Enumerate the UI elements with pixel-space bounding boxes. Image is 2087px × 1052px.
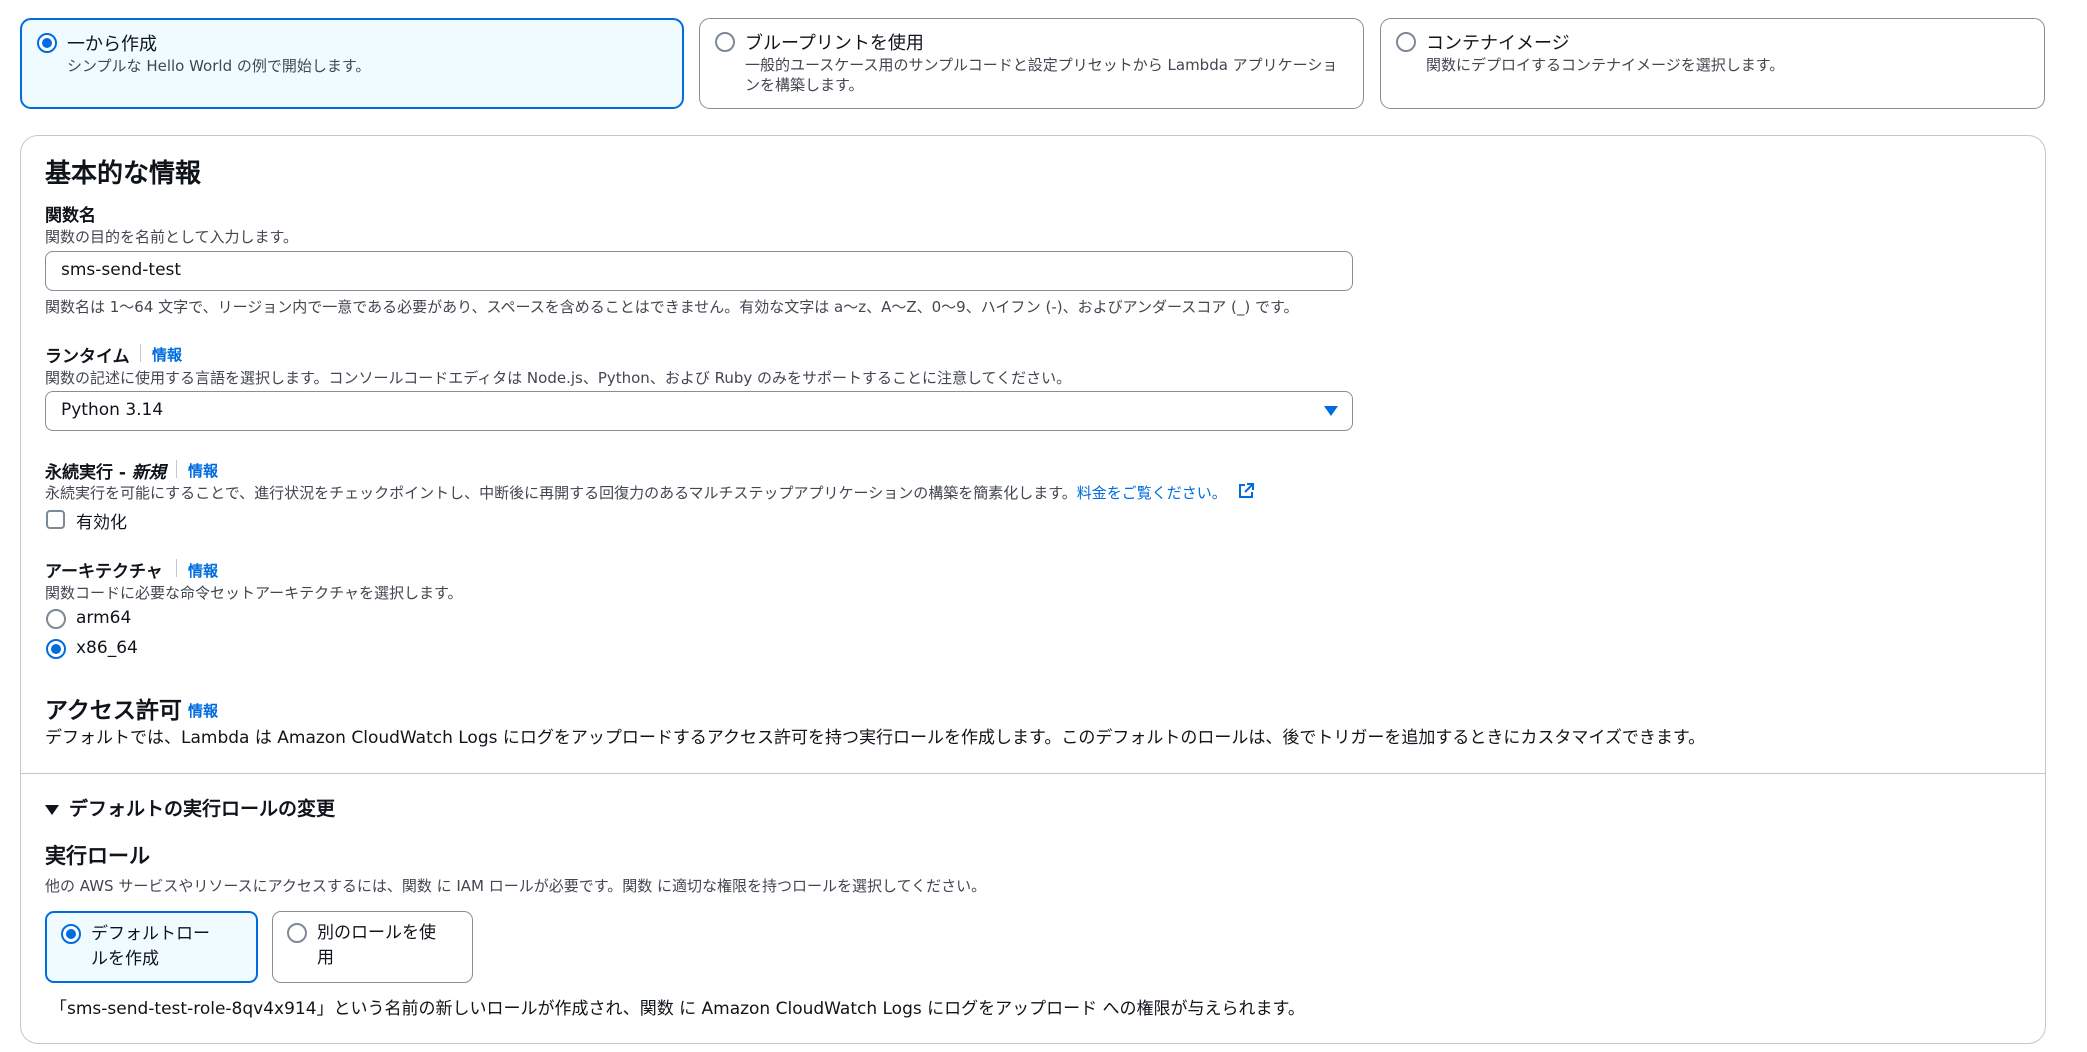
radio-use-blueprint[interactable] [715, 32, 735, 52]
section-divider [21, 773, 2045, 774]
option-card-use-blueprint[interactable]: ブループリントを使用 一般的ユースケース用のサンプルコードと設定プリセットから … [699, 18, 1364, 109]
section-heading-basic-info: 基本的な情報 [45, 159, 202, 189]
radio-container-image[interactable] [1396, 32, 1416, 52]
option-card-container-image[interactable]: コンテナイメージ 関数にデプロイするコンテナイメージを選択します。 [1380, 18, 2045, 109]
arch-option-arm64: arm64 [76, 608, 132, 628]
basic-info-panel: 基本的な情報 関数名 関数の目的を名前として入力します。 sms-send-te… [20, 135, 2046, 1044]
architecture-description: 関数コードに必要な命令セットアーキテクチャを選択します。 [45, 584, 463, 602]
access-permissions-description: デフォルトでは、Lambda は Amazon CloudWatch Logs … [45, 728, 1706, 748]
function-name-input[interactable]: sms-send-test [45, 251, 1353, 291]
new-tag: 新規 [131, 463, 166, 483]
role-creation-note: 「sms-send-test-role-8qv4x914」という名前の新しいロー… [50, 999, 1305, 1019]
radio-arm64[interactable] [46, 609, 66, 629]
architecture-info-link[interactable]: 情報 [188, 560, 218, 581]
function-name-description: 関数の目的を名前として入力します。 [45, 228, 299, 246]
runtime-selected-value: Python 3.14 [61, 400, 164, 420]
radio-x86-64[interactable] [46, 639, 66, 659]
architecture-label: アーキテクチャ [45, 562, 163, 582]
access-permissions-info-link[interactable]: 情報 [188, 700, 218, 721]
external-link-icon[interactable] [1238, 483, 1254, 499]
durable-execution-description: 永続実行を可能にすることで、進行状況をチェックポイントし、中断後に再開する回復力… [45, 482, 1227, 503]
label-separator [176, 559, 177, 577]
durable-execution-checkbox[interactable] [46, 510, 65, 529]
arch-option-x86-64: x86_64 [76, 638, 138, 658]
option-description: 一般的ユースケース用のサンプルコードと設定プリセットから Lambda アプリケ… [745, 56, 1338, 94]
role-option-label: デフォルトロールを作成 [91, 924, 210, 969]
function-name-constraint: 関数名は 1〜64 文字で、リージョン内で一意である必要があり、スペースを含める… [45, 298, 1299, 316]
radio-use-existing-role[interactable] [287, 923, 307, 943]
access-permissions-heading: アクセス許可 [45, 698, 182, 724]
durable-execution-label: 永続実行 - 新規 [45, 458, 166, 483]
option-card-author-from-scratch[interactable]: 一から作成 シンプルな Hello World の例で開始します。 [20, 18, 684, 109]
caret-down-icon [45, 804, 59, 815]
durable-execution-description-text: 永続実行を可能にすることで、進行状況をチェックポイントし、中断後に再開する回復力… [45, 484, 1077, 502]
change-default-role-toggle[interactable]: デフォルトの実行ロールの変更 [45, 794, 335, 821]
durable-execution-checkbox-label: 有効化 [76, 513, 127, 533]
role-option-create-default[interactable]: デフォルトロールを作成 [45, 911, 258, 983]
option-title: コンテナイメージ [1426, 33, 1570, 54]
caret-down-icon [1324, 406, 1338, 416]
radio-author-from-scratch[interactable] [37, 33, 57, 53]
role-option-use-existing[interactable]: 別のロールを使用 [272, 911, 473, 983]
option-description: 関数にデプロイするコンテナイメージを選択します。 [1426, 56, 1785, 74]
runtime-info-link[interactable]: 情報 [152, 344, 182, 365]
runtime-label: ランタイム [45, 347, 130, 367]
role-option-label: 別のロールを使用 [317, 923, 436, 968]
runtime-select[interactable]: Python 3.14 [45, 391, 1353, 431]
execution-role-heading: 実行ロール [45, 844, 150, 868]
option-description: シンプルな Hello World の例で開始します。 [67, 57, 371, 75]
radio-create-default-role[interactable] [61, 924, 81, 944]
function-name-label: 関数名 [45, 206, 96, 226]
option-title: 一から作成 [67, 34, 157, 55]
durable-execution-info-link[interactable]: 情報 [188, 460, 218, 481]
durable-execution-label-text: 永続実行 - [45, 463, 132, 483]
option-title: ブループリントを使用 [745, 33, 924, 54]
label-separator [176, 460, 177, 478]
runtime-description: 関数の記述に使用する言語を選択します。コンソールコードエディタは Node.js… [45, 369, 1072, 387]
execution-role-description: 他の AWS サービスやリソースにアクセスするには、関数 に IAM ロールが必… [45, 877, 987, 895]
pricing-link[interactable]: 料金をご覧ください。 [1077, 484, 1227, 502]
label-separator [140, 344, 141, 362]
change-default-role-label: デフォルトの実行ロールの変更 [69, 798, 336, 820]
